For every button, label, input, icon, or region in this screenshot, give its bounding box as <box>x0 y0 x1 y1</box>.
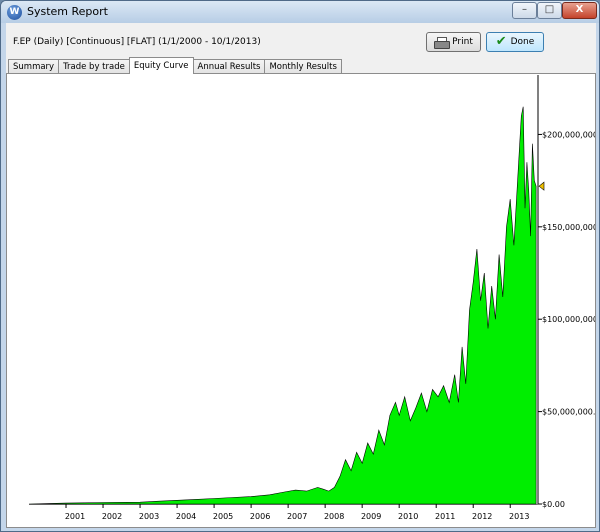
x-tick-label: 2008 <box>324 512 344 521</box>
title-bar[interactable]: W System Report – □ X <box>1 1 599 23</box>
system-report-window: W System Report – □ X F.EP (Daily) [Cont… <box>0 0 600 532</box>
equity-curve-panel: $0.00 $50,000,000.0 $100,000,000 $150,000,0… <box>6 73 596 528</box>
report-client-area: F.EP (Daily) [Continuous] [FLAT] (1/1/20… <box>6 23 596 528</box>
equity-area <box>28 106 537 505</box>
y-tick-label: $50,000,000.0 <box>542 408 595 417</box>
x-tick-label: 2003 <box>139 512 159 521</box>
x-tick-label: 2001 <box>65 512 85 521</box>
minimize-button[interactable]: – <box>512 2 537 19</box>
close-button[interactable]: X <box>562 2 597 19</box>
print-button[interactable]: Print <box>426 32 481 52</box>
y-tick-label: $200,000,000 <box>542 130 595 139</box>
done-button[interactable]: ✔ Done <box>486 32 544 52</box>
tab-summary[interactable]: Summary <box>8 59 60 74</box>
y-tick-label: $100,000,000 <box>542 315 595 324</box>
report-tabs: Summary Trade by trade Equity Curve Annu… <box>8 57 342 74</box>
x-tick-label: 2005 <box>213 512 233 521</box>
system-info-label: F.EP (Daily) [Continuous] [FLAT] (1/1/20… <box>13 37 261 47</box>
done-button-label: Done <box>510 37 535 47</box>
tab-trade-by-trade[interactable]: Trade by trade <box>58 59 130 74</box>
print-button-label: Print <box>452 37 473 47</box>
tab-monthly-results[interactable]: Monthly Results <box>264 59 342 74</box>
maximize-button[interactable]: □ <box>537 2 562 19</box>
printer-icon <box>434 36 451 49</box>
x-tick-label: 2013 <box>509 512 529 521</box>
last-value-marker <box>538 181 545 191</box>
tab-annual-results[interactable]: Annual Results <box>192 59 266 74</box>
x-tick-label: 2009 <box>361 512 381 521</box>
x-tick-label: 2012 <box>472 512 492 521</box>
window-title: System Report <box>27 5 108 18</box>
x-tick-label: 2010 <box>398 512 418 521</box>
x-tick-label: 2006 <box>250 512 270 521</box>
x-tick-label: 2007 <box>287 512 307 521</box>
y-tick-label: $0.00 <box>542 500 565 509</box>
x-tick-label: 2004 <box>176 512 196 521</box>
tab-equity-curve[interactable]: Equity Curve <box>128 57 194 74</box>
y-tick-label: $150,000,000 <box>542 223 595 232</box>
x-tick-label: 2011 <box>435 512 455 521</box>
x-tick-label: 2002 <box>102 512 122 521</box>
equity-curve-chart: $0.00 $50,000,000.0 $100,000,000 $150,000,0… <box>28 75 595 521</box>
checkmark-icon: ✔ <box>495 34 507 49</box>
app-logo-icon: W <box>7 5 22 20</box>
